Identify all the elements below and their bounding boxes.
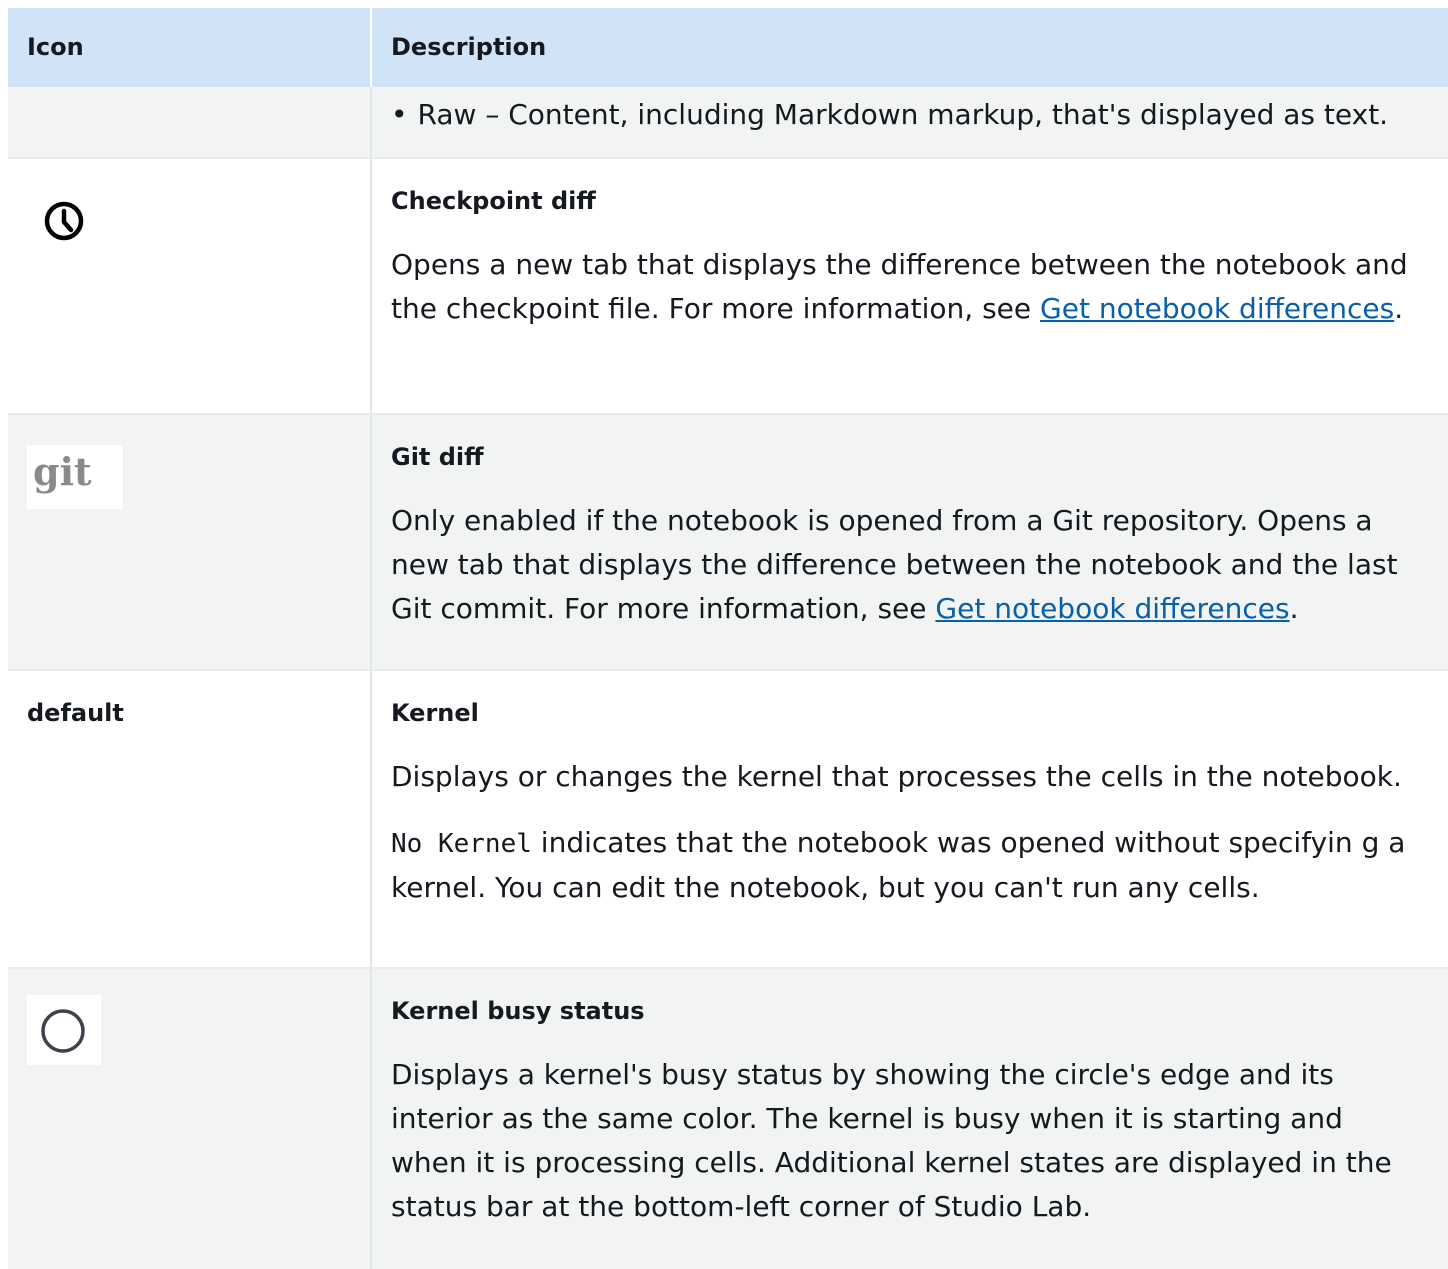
icon-cell: git <box>8 415 370 669</box>
row-text-after: . <box>1394 292 1404 325</box>
default-kernel-label: default <box>27 699 124 727</box>
row-title: Kernel <box>391 699 479 727</box>
row-title: Kernel busy status <box>391 997 645 1025</box>
table-row: Checkpoint diff Opens a new tab that dis… <box>8 159 1448 415</box>
description-cell: Kernel Displays or changes the kernel th… <box>370 671 1448 967</box>
get-notebook-differences-link[interactable]: Get notebook differences <box>1040 292 1394 325</box>
header-icon: Icon <box>27 33 84 61</box>
table-row: Raw – Content, including Markdown markup… <box>8 87 1448 159</box>
no-kernel-code: No Kernel <box>391 829 532 859</box>
clock-icon <box>27 181 101 261</box>
table-row: git Git diff Only enabled if the noteboo… <box>8 415 1448 671</box>
icon-cell: default <box>8 671 370 967</box>
icon-description-table: Icon Description Raw – Content, includin… <box>8 8 1448 1269</box>
row-text: Opens a new tab that displays the differ… <box>391 243 1448 331</box>
table-header-row: Icon Description <box>8 8 1448 87</box>
git-icon-label: git <box>33 449 92 494</box>
row-text-2: No Kernel indicates that the notebook wa… <box>391 821 1448 910</box>
description-cell: Raw – Content, including Markdown markup… <box>370 87 1448 157</box>
table-row: default Kernel Displays or changes the k… <box>8 671 1448 969</box>
circle-icon <box>27 995 101 1065</box>
row-text: Displays a kernel's busy status by showi… <box>391 1058 1392 1223</box>
row-text: Displays or changes the kernel that proc… <box>391 760 1402 793</box>
icon-cell <box>8 87 370 157</box>
description-cell: Kernel busy status Displays a kernel's b… <box>370 969 1448 1269</box>
description-cell: Checkpoint diff Opens a new tab that dis… <box>370 159 1448 413</box>
raw-bullet: Raw – Content, including Markdown markup… <box>391 93 1448 137</box>
row-title: Checkpoint diff <box>391 187 596 215</box>
header-description: Description <box>370 8 1448 87</box>
get-notebook-differences-link[interactable]: Get notebook differences <box>935 592 1289 625</box>
git-icon: git <box>27 445 123 509</box>
row-text: Only enabled if the notebook is opened f… <box>391 499 1448 631</box>
table-row: Kernel busy status Displays a kernel's b… <box>8 969 1448 1269</box>
row-text-after: indicates that the notebook was opened w… <box>391 826 1406 904</box>
icon-cell <box>8 159 370 413</box>
row-text-after: . <box>1289 592 1299 625</box>
icon-cell <box>8 969 370 1269</box>
row-title: Git diff <box>391 443 484 471</box>
description-cell: Git diff Only enabled if the notebook is… <box>370 415 1448 669</box>
